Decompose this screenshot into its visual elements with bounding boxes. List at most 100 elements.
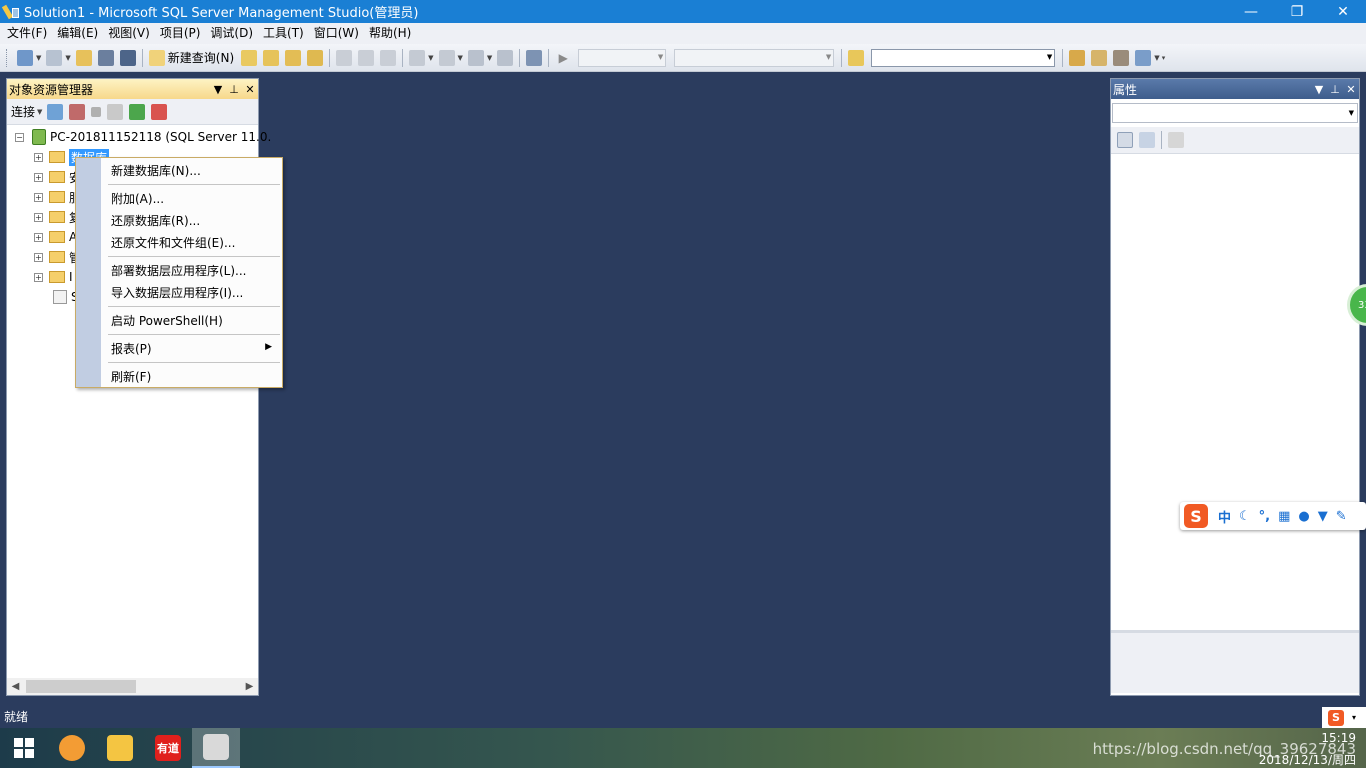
keyboard-icon[interactable]: ▦ bbox=[1278, 509, 1290, 524]
copy-icon[interactable] bbox=[358, 49, 375, 66]
cut-icon[interactable] bbox=[336, 49, 353, 66]
window-position-icon[interactable]: ▼ bbox=[1311, 83, 1327, 96]
solution-platforms-combo[interactable]: ▼ bbox=[674, 48, 835, 67]
start-debugging-icon[interactable]: ▶ bbox=[555, 50, 571, 66]
refresh-icon[interactable] bbox=[129, 103, 146, 120]
minimize-button[interactable]: — bbox=[1228, 0, 1274, 23]
expand-icon[interactable]: + bbox=[34, 152, 43, 162]
menu-item-attach[interactable]: 附加(A)... bbox=[111, 190, 164, 207]
expand-icon[interactable]: + bbox=[34, 212, 43, 222]
add-item-icon[interactable] bbox=[46, 49, 63, 66]
tree-node-replication[interactable]: + 复 bbox=[34, 207, 81, 227]
toolbar-grip[interactable] bbox=[6, 48, 10, 67]
tree-node-sql-agent[interactable]: S bbox=[47, 287, 79, 307]
menu-file[interactable]: 文件(F) bbox=[2, 23, 52, 44]
menu-item-refresh[interactable]: 刷新(F) bbox=[111, 368, 151, 385]
menu-item-import-data-tier[interactable]: 导入数据层应用程序(I)... bbox=[111, 284, 243, 301]
taskbar-youdao[interactable]: 有道 bbox=[144, 728, 192, 768]
redo-dropdown-icon[interactable]: ▼ bbox=[458, 54, 463, 62]
save-all-icon[interactable] bbox=[119, 49, 136, 66]
menu-help[interactable]: 帮助(H) bbox=[364, 23, 416, 44]
tree-node-integration-services[interactable]: + I bbox=[34, 267, 73, 287]
screenshot-icon[interactable] bbox=[526, 49, 543, 66]
property-grid[interactable] bbox=[1111, 153, 1359, 633]
redo-icon[interactable] bbox=[438, 49, 455, 66]
wrench-icon[interactable]: ✎ bbox=[1336, 509, 1347, 524]
menu-item-restore-database[interactable]: 还原数据库(R)... bbox=[111, 212, 200, 229]
navigate-forward-icon[interactable] bbox=[497, 49, 514, 66]
analysis-dmx-query-icon[interactable] bbox=[285, 49, 302, 66]
punctuation-icon[interactable]: °, bbox=[1259, 509, 1270, 524]
menu-item-new-database[interactable]: 新建数据库(N)... bbox=[111, 162, 201, 179]
find-in-files-icon[interactable] bbox=[848, 49, 865, 66]
restore-button[interactable]: ❐ bbox=[1274, 0, 1320, 23]
stop-icon[interactable] bbox=[91, 106, 102, 117]
tree-node-management[interactable]: + 管 bbox=[34, 247, 81, 267]
expand-icon[interactable]: + bbox=[34, 272, 43, 282]
menu-view[interactable]: 视图(V) bbox=[103, 23, 155, 44]
menu-item-restore-files[interactable]: 还原文件和文件组(E)... bbox=[111, 234, 235, 251]
properties-window-icon[interactable] bbox=[1113, 49, 1130, 66]
menu-window[interactable]: 窗口(W) bbox=[309, 23, 364, 44]
pin-icon[interactable]: ⊥ bbox=[226, 83, 242, 96]
moon-icon[interactable]: ☾ bbox=[1239, 509, 1251, 524]
object-selector-combo[interactable]: ▼ bbox=[1112, 103, 1358, 123]
analysis-mdx-query-icon[interactable] bbox=[263, 49, 280, 66]
new-query-button[interactable]: 新建查询(N) bbox=[168, 49, 234, 66]
scroll-right-icon[interactable]: ▶ bbox=[241, 681, 258, 692]
filter-icon[interactable] bbox=[107, 103, 124, 120]
menu-edit[interactable]: 编辑(E) bbox=[52, 23, 103, 44]
new-project-dropdown-icon[interactable]: ▼ bbox=[36, 54, 41, 62]
tree-node-security[interactable]: + 安 bbox=[34, 167, 81, 187]
expand-icon[interactable]: + bbox=[34, 232, 43, 242]
expand-icon[interactable]: + bbox=[34, 172, 43, 182]
skin-icon[interactable]: ▼ bbox=[1318, 509, 1328, 524]
alphabetical-icon[interactable] bbox=[1139, 132, 1155, 148]
undo-icon[interactable] bbox=[409, 49, 426, 66]
tree-node-server[interactable]: − PC-201811152118 (SQL Server 11.0. bbox=[15, 127, 271, 147]
menu-item-reports[interactable]: 报表(P) bbox=[111, 340, 152, 357]
close-icon[interactable]: ✕ bbox=[1343, 83, 1359, 96]
new-query-icon[interactable] bbox=[148, 49, 165, 66]
disconnect-icon[interactable] bbox=[69, 103, 86, 120]
undo-dropdown-icon[interactable]: ▼ bbox=[428, 54, 433, 62]
add-item-dropdown-icon[interactable]: ▼ bbox=[65, 54, 70, 62]
collapse-icon[interactable]: − bbox=[15, 132, 24, 142]
pin-icon[interactable]: ⊥ bbox=[1327, 83, 1343, 96]
analysis-xmla-query-icon[interactable] bbox=[307, 49, 324, 66]
new-project-icon[interactable] bbox=[17, 49, 33, 66]
tree-node-alwayson[interactable]: + A bbox=[34, 227, 77, 247]
paste-icon[interactable] bbox=[380, 49, 397, 66]
database-engine-query-icon[interactable] bbox=[241, 49, 258, 66]
close-icon[interactable]: ✕ bbox=[242, 83, 258, 96]
system-clock[interactable]: 15:19 2018/12/13/周四 bbox=[1259, 730, 1356, 768]
solution-configurations-combo[interactable]: ▼ bbox=[578, 48, 667, 67]
menu-project[interactable]: 项目(P) bbox=[155, 23, 206, 44]
start-button[interactable] bbox=[0, 728, 48, 768]
menu-tools[interactable]: 工具(T) bbox=[258, 23, 309, 44]
property-pages-icon[interactable] bbox=[1168, 132, 1184, 148]
menu-item-deploy-data-tier[interactable]: 部署数据层应用程序(L)... bbox=[111, 262, 247, 279]
scrollbar-thumb[interactable] bbox=[26, 680, 136, 693]
window-position-icon[interactable]: ▼ bbox=[210, 83, 226, 96]
user-icon[interactable]: ● bbox=[1298, 509, 1309, 524]
object-explorer-icon[interactable] bbox=[1091, 49, 1108, 66]
ime-tray-indicator[interactable]: S ▾ bbox=[1322, 707, 1366, 728]
expand-icon[interactable]: + bbox=[34, 192, 43, 202]
ime-mode-toggle[interactable]: 中 bbox=[1218, 507, 1231, 526]
horizontal-scrollbar[interactable]: ◀ ▶ bbox=[7, 678, 258, 695]
save-icon[interactable] bbox=[97, 49, 114, 66]
toolbar-options-icon[interactable]: ▾ bbox=[1162, 54, 1166, 62]
navigate-dropdown-icon[interactable]: ▼ bbox=[487, 54, 492, 62]
taskbar-ssms[interactable] bbox=[192, 728, 240, 768]
tree-node-server-objects[interactable]: + 服 bbox=[34, 187, 81, 207]
sogou-logo-icon[interactable]: S bbox=[1184, 504, 1208, 528]
registered-servers-icon[interactable] bbox=[1069, 49, 1086, 66]
menu-debug[interactable]: 调试(D) bbox=[205, 23, 258, 44]
taskbar-file-explorer[interactable] bbox=[96, 728, 144, 768]
connect-object-explorer-icon[interactable] bbox=[47, 103, 64, 120]
expand-icon[interactable]: + bbox=[34, 252, 43, 262]
toolbox-icon[interactable] bbox=[1135, 49, 1152, 66]
find-combo[interactable]: ▼ bbox=[871, 48, 1056, 67]
activity-monitor-icon[interactable] bbox=[151, 103, 168, 120]
